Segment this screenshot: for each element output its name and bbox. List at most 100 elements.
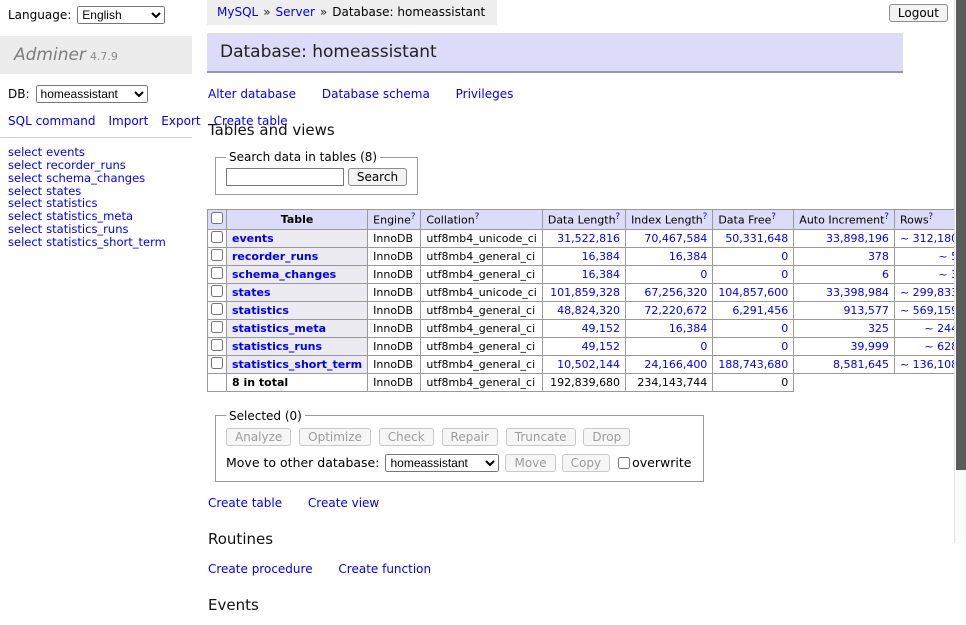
search-button[interactable]: Search [348,168,407,186]
data-length-link[interactable]: 16,384 [582,250,621,263]
alter-database-link[interactable]: Alter database [208,87,296,101]
select-link[interactable]: select [8,235,42,249]
select-link[interactable]: select [8,158,42,172]
overwrite-checkbox[interactable] [618,457,630,469]
table-link[interactable]: events [232,232,274,245]
auto-increment-link[interactable]: 325 [868,322,889,335]
truncate-button[interactable]: Truncate [506,428,576,446]
create-procedure-link[interactable]: Create procedure [208,562,313,576]
breadcrumb-server-link[interactable]: Server [276,5,315,19]
table-link[interactable]: statistics_short_term [232,358,362,371]
import-link[interactable]: Import [108,114,148,128]
index-length-link[interactable]: 72,220,672 [644,304,707,317]
create-table-link[interactable]: Create table [208,496,282,510]
collation-cell: utf8mb4_general_ci [421,337,542,355]
total-label: 8 in total [227,373,368,391]
data-free-link[interactable]: 0 [781,322,788,335]
rows-count-link[interactable]: ~ 299,833 [900,286,958,299]
logout-button[interactable]: Logout [889,4,948,22]
table-link[interactable]: statistics_meta [232,322,326,335]
data-free-link[interactable]: 188,743,680 [718,358,788,371]
data-free-link[interactable]: 104,857,600 [718,286,788,299]
index-length-link[interactable]: 24,166,400 [644,358,707,371]
rows-count-link[interactable]: ~ 569,159 [900,304,958,317]
data-length-link[interactable]: 31,522,816 [557,232,620,245]
help-icon[interactable]: ? [411,212,416,222]
drop-button[interactable]: Drop [583,428,630,446]
data-free-link[interactable]: 50,331,648 [725,232,788,245]
data-length-link[interactable]: 49,152 [582,322,621,335]
row-checkbox[interactable] [211,357,223,369]
tables-overview-table: Table Engine? Collation? Data Length? In… [207,209,966,392]
select-all-checkbox[interactable] [211,212,223,224]
rows-count-link[interactable]: ~ 312,180 [900,232,958,245]
data-length-link[interactable]: 10,502,144 [557,358,620,371]
row-checkbox[interactable] [211,303,223,315]
move-button[interactable]: Move [505,454,555,472]
analyze-button[interactable]: Analyze [226,428,291,446]
row-checkbox[interactable] [211,339,223,351]
scrollbar-track[interactable] [954,0,966,543]
create-function-link[interactable]: Create function [338,562,431,576]
search-input[interactable] [226,168,344,186]
row-checkbox[interactable] [211,267,223,279]
auto-increment-link[interactable]: 6 [882,268,889,281]
data-length-link[interactable]: 49,152 [582,340,621,353]
index-length-link[interactable]: 0 [700,340,707,353]
help-icon[interactable]: ? [771,212,776,222]
sql-command-link[interactable]: SQL command [8,114,95,128]
row-checkbox[interactable] [211,231,223,243]
database-schema-link[interactable]: Database schema [322,87,430,101]
language-select[interactable]: English [77,6,165,24]
column-header-table: Table [227,210,368,230]
auto-increment-link[interactable]: 33,898,196 [826,232,889,245]
auto-increment-link[interactable]: 39,999 [850,340,889,353]
table-name-link[interactable]: statistics_short_term [46,235,166,249]
help-icon[interactable]: ? [703,212,708,222]
index-length-link[interactable]: 70,467,584 [644,232,707,245]
table-link[interactable]: schema_changes [232,268,336,281]
copy-button[interactable]: Copy [562,454,610,472]
index-length-link[interactable]: 16,384 [669,250,708,263]
index-length-link[interactable]: 0 [700,268,707,281]
breadcrumb-current: Database: homeassistant [332,5,485,19]
table-link[interactable]: recorder_runs [232,250,318,263]
data-free-link[interactable]: 0 [781,250,788,263]
privileges-link[interactable]: Privileges [456,87,514,101]
row-checkbox[interactable] [211,285,223,297]
help-icon[interactable]: ? [929,212,934,222]
help-icon[interactable]: ? [616,212,621,222]
rows-count-link[interactable]: ~ 136,108 [900,358,958,371]
data-length-link[interactable]: 101,859,328 [550,286,620,299]
auto-increment-link[interactable]: 33,398,984 [826,286,889,299]
data-length-link[interactable]: 48,824,320 [557,304,620,317]
create-view-link[interactable]: Create view [308,496,379,510]
auto-increment-link[interactable]: 378 [868,250,889,263]
help-icon[interactable]: ? [475,212,480,222]
db-select[interactable]: homeassistant [36,85,148,103]
optimize-button[interactable]: Optimize [299,428,371,446]
index-length-link[interactable]: 16,384 [669,322,708,335]
row-checkbox[interactable] [211,249,223,261]
table-link[interactable]: statistics_runs [232,340,322,353]
export-link[interactable]: Export [161,114,200,128]
data-length-link[interactable]: 16,384 [582,268,621,281]
select-link[interactable]: select [8,222,42,236]
sidebar-divider [0,137,192,138]
help-icon[interactable]: ? [884,212,889,222]
auto-increment-link[interactable]: 913,577 [843,304,889,317]
table-link[interactable]: statistics [232,304,289,317]
row-checkbox[interactable] [211,321,223,333]
data-free-link[interactable]: 0 [781,340,788,353]
repair-button[interactable]: Repair [442,428,498,446]
move-database-select[interactable]: homeassistant [385,454,499,472]
data-free-link[interactable]: 0 [781,268,788,281]
breadcrumb-mysql-link[interactable]: MySQL [217,5,258,19]
scrollbar-thumb[interactable] [956,0,966,470]
auto-increment-link[interactable]: 8,581,645 [833,358,889,371]
table-link[interactable]: states [232,286,271,299]
index-length-link[interactable]: 67,256,320 [644,286,707,299]
check-button[interactable]: Check [379,428,434,446]
select-link[interactable]: select [8,171,42,185]
data-free-link[interactable]: 6,291,456 [732,304,788,317]
